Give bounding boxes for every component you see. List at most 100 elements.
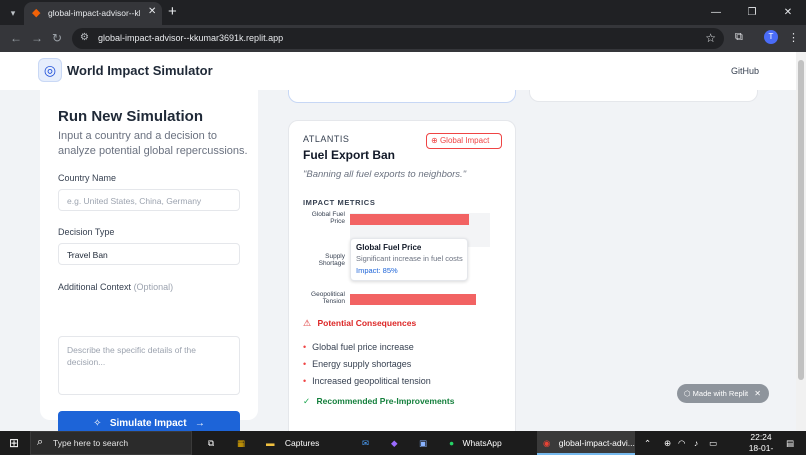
taskbar-search-placeholder: Type here to search: [53, 438, 129, 448]
chevron-down-icon: ⌄: [67, 248, 75, 258]
form-title: Run New Simulation: [58, 108, 204, 125]
taskbar-app-captures[interactable]: ▬ Captures: [260, 431, 346, 455]
task-view-icon[interactable]: ⧉: [208, 431, 214, 455]
url-text: global-impact-advisor--kkumar3691k.repli…: [98, 33, 284, 43]
battery-icon[interactable]: ▭: [709, 431, 717, 455]
page-scrollbar[interactable]: [796, 52, 806, 431]
clock-date: 18-01-2026: [748, 443, 774, 455]
recommendations-title: Recommended Pre-Improvements: [316, 396, 455, 406]
taskbar-app-chrome[interactable]: ◉ global-impact-advi...: [537, 431, 635, 455]
replit-badge-label: Made with Replit: [692, 389, 749, 398]
chrome-icon: ◉: [543, 438, 551, 448]
github-link[interactable]: GitHub: [731, 66, 759, 76]
mail-app-icon[interactable]: ✉: [362, 431, 369, 455]
simulate-impact-button[interactable]: ✧ Simulate Impact →: [58, 411, 240, 431]
result-decision: Fuel Export Ban: [303, 148, 396, 162]
result-card: ATLANTIS Fuel Export Ban ⊕ Global Impact…: [288, 120, 516, 431]
windows-start-icon[interactable]: ⊞: [9, 431, 19, 455]
y-tick-label: Geopolitical Tension: [311, 291, 345, 305]
decision-quote: "Banning all fuel exports to neighbors.": [303, 169, 467, 180]
globe-icon: ⊕: [431, 136, 438, 145]
chart-bar[interactable]: [350, 214, 469, 225]
recommendations-heading: ✓ Recommended Pre-Improvements: [303, 396, 454, 407]
context-label-text: Additional Context: [58, 282, 132, 292]
badge-label: Global Impact: [439, 136, 490, 145]
tab-close-icon[interactable]: ✕: [148, 6, 156, 17]
country-input[interactable]: e.g. United States, China, Germany: [58, 189, 240, 211]
reload-icon[interactable]: ↻: [52, 31, 62, 45]
context-textarea[interactable]: Describe the specific details of the dec…: [58, 336, 240, 395]
minimize-icon[interactable]: —: [698, 0, 734, 25]
country-label: Country Name: [58, 173, 117, 183]
network-globe-icon[interactable]: ⊕: [664, 431, 671, 455]
decision-label: Decision Type: [58, 227, 115, 237]
back-icon[interactable]: ←: [10, 31, 22, 45]
result-country: ATLANTIS: [303, 134, 350, 144]
tooltip-description: Significant increase in fuel costs: [356, 254, 463, 263]
tab-search-icon[interactable]: ▾: [6, 6, 20, 20]
chart-tooltip: Global Fuel Price Significant increase i…: [350, 238, 468, 281]
browser-menu-icon[interactable]: ⋮: [788, 31, 799, 44]
tab-title: global-impact-advisor--kkuma: [48, 8, 140, 18]
chart-bar[interactable]: [350, 294, 476, 305]
app-icon-ds[interactable]: ▣: [419, 431, 427, 455]
clock[interactable]: 22:24 18-01-2026: [742, 431, 780, 455]
impact-metrics-title: IMPACT METRICS: [303, 198, 376, 207]
decision-select[interactable]: Travel Ban ⌄: [58, 243, 240, 265]
maximize-icon[interactable]: ❐: [734, 0, 770, 25]
close-badge-icon[interactable]: ✕: [754, 384, 761, 403]
list-item: • Global fuel price increase: [303, 342, 414, 352]
made-with-replit-badge[interactable]: ⬡ Made with Replit ✕: [677, 384, 769, 403]
form-subtitle: Input a country and a decision to analyz…: [58, 130, 248, 157]
new-tab-icon[interactable]: +: [168, 3, 177, 20]
tray-chevron-icon[interactable]: ⌃: [644, 431, 651, 455]
replit-favicon-icon: ◆: [32, 7, 41, 19]
close-window-icon[interactable]: ✕: [770, 0, 806, 25]
folder-icon: ▬: [266, 438, 275, 448]
extensions-icon[interactable]: ⧉: [735, 31, 743, 44]
simulate-button-label: Simulate Impact: [109, 418, 187, 429]
profile-avatar[interactable]: T: [764, 30, 778, 44]
windows-taskbar: ⊞ ⌕ Type here to search ⧉ ▦ ▬ Captures ✉…: [0, 431, 806, 455]
simulation-form-card: Run New Simulation Input a country and a…: [40, 90, 258, 431]
y-tick-label: Supply Shortage: [318, 253, 345, 267]
bookmark-star-icon[interactable]: ☆: [705, 31, 716, 45]
browser-tab-bar: ▾ ◆ global-impact-advisor--kkuma ✕ + — ❐…: [0, 0, 806, 25]
tooltip-value: Impact: 85%: [356, 266, 398, 275]
check-circle-icon: ✓: [303, 396, 311, 406]
context-optional-text: (Optional): [133, 282, 174, 292]
taskbar-app-whatsapp[interactable]: ● WhatsApp: [443, 431, 529, 455]
context-placeholder: Describe the specific details of the dec…: [67, 345, 196, 367]
context-label: Additional Context (Optional): [58, 282, 173, 292]
scroll-thumb[interactable]: [798, 60, 804, 380]
wifi-icon[interactable]: ◠: [678, 431, 685, 455]
consequences-title: Potential Consequences: [317, 318, 417, 328]
arrow-right-icon: →: [194, 418, 205, 429]
consequences-heading: ⚠ Potential Consequences: [303, 318, 416, 329]
forward-icon[interactable]: →: [31, 31, 43, 45]
address-bar-row: ← → ↻ ⚙ global-impact-advisor--kkumar369…: [0, 25, 806, 52]
list-item: • Increased geopolitical tension: [303, 376, 431, 386]
replit-icon: ⬡: [684, 389, 691, 398]
app-icon-2[interactable]: ◆: [391, 431, 398, 455]
volume-icon[interactable]: ♪: [694, 431, 698, 455]
sparkle-icon: ✧: [93, 418, 102, 429]
country-placeholder: e.g. United States, China, Germany: [67, 196, 202, 206]
globe-logo-icon: ◎: [38, 58, 62, 82]
notification-icon[interactable]: ▤: [786, 431, 794, 455]
brand-title: World Impact Simulator: [67, 63, 213, 78]
whatsapp-icon: ●: [449, 438, 455, 448]
site-header: ◎ World Impact Simulator GitHub: [0, 52, 796, 90]
site-info-icon[interactable]: ⚙: [80, 32, 89, 43]
omnibox[interactable]: ⚙ global-impact-advisor--kkumar3691k.rep…: [72, 28, 724, 49]
clock-time: 22:24: [750, 432, 772, 442]
y-tick-label: Global Fuel Price: [311, 211, 345, 225]
search-icon: ⌕: [37, 436, 44, 448]
taskbar-search[interactable]: ⌕ Type here to search: [30, 431, 192, 455]
page-viewport: ◎ World Impact Simulator GitHub Run New …: [0, 52, 796, 431]
widgets-icon[interactable]: ▦: [237, 431, 245, 455]
window-controls: — ❐ ✕: [698, 0, 806, 25]
tooltip-title: Global Fuel Price: [356, 243, 422, 252]
global-impact-badge: ⊕ Global Impact: [426, 133, 502, 149]
browser-tab[interactable]: ◆ global-impact-advisor--kkuma ✕: [24, 2, 162, 25]
